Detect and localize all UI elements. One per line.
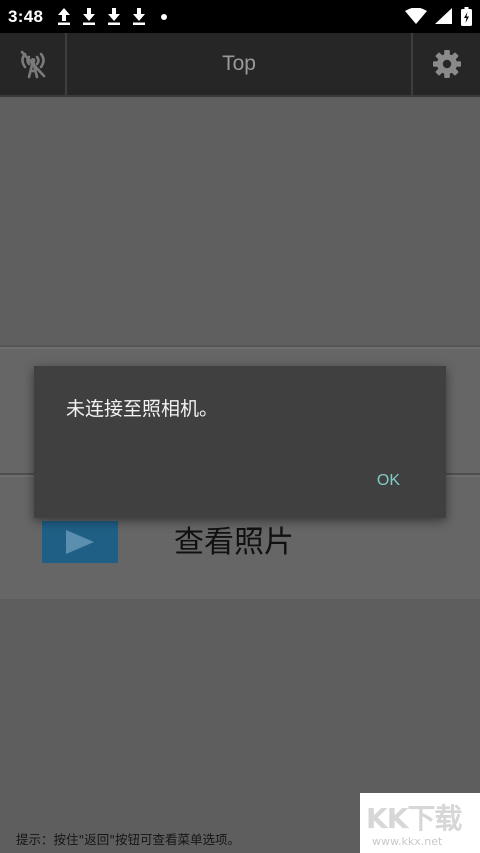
- watermark-url: www.kkx.net: [372, 835, 443, 848]
- top-area: [0, 97, 480, 347]
- hint-text: 提示：按住"返回"按钮可查看菜单选项。: [16, 832, 240, 847]
- view-photos-tile: [42, 521, 118, 563]
- dialog-message: 未连接至照相机。: [66, 398, 219, 420]
- download-icon: [133, 8, 146, 25]
- download-icon: [108, 8, 121, 25]
- no-signal-icon: [20, 50, 45, 79]
- watermark: KK下载 www.kkx.net: [360, 793, 480, 853]
- screen: 3:48 Top 查看照片 提示：按住"返回"按钮可查看菜单选项。 KK下载 w…: [0, 0, 480, 853]
- view-photos-label: 查看照片: [174, 525, 294, 560]
- dot-icon: [161, 14, 168, 20]
- status-time: 3:48: [8, 6, 44, 26]
- wifi-icon: [405, 8, 427, 24]
- toolbar: Top: [0, 33, 480, 97]
- upload-icon: [58, 8, 71, 25]
- connection-button[interactable]: [0, 33, 67, 95]
- alert-dialog: 未连接至照相机。 OK: [34, 366, 446, 518]
- battery-icon: [461, 7, 472, 26]
- watermark-logo: KK下载: [366, 802, 462, 835]
- ok-button[interactable]: OK: [377, 472, 400, 490]
- notification-icons: [57, 8, 171, 25]
- gear-icon: [432, 50, 461, 78]
- settings-button[interactable]: [411, 33, 480, 95]
- signal-icon: [435, 8, 452, 24]
- status-bar: 3:48: [0, 0, 480, 33]
- download-icon: [83, 8, 96, 25]
- system-icons: [405, 0, 472, 33]
- toolbar-title: Top: [222, 52, 256, 75]
- play-icon: [66, 530, 94, 554]
